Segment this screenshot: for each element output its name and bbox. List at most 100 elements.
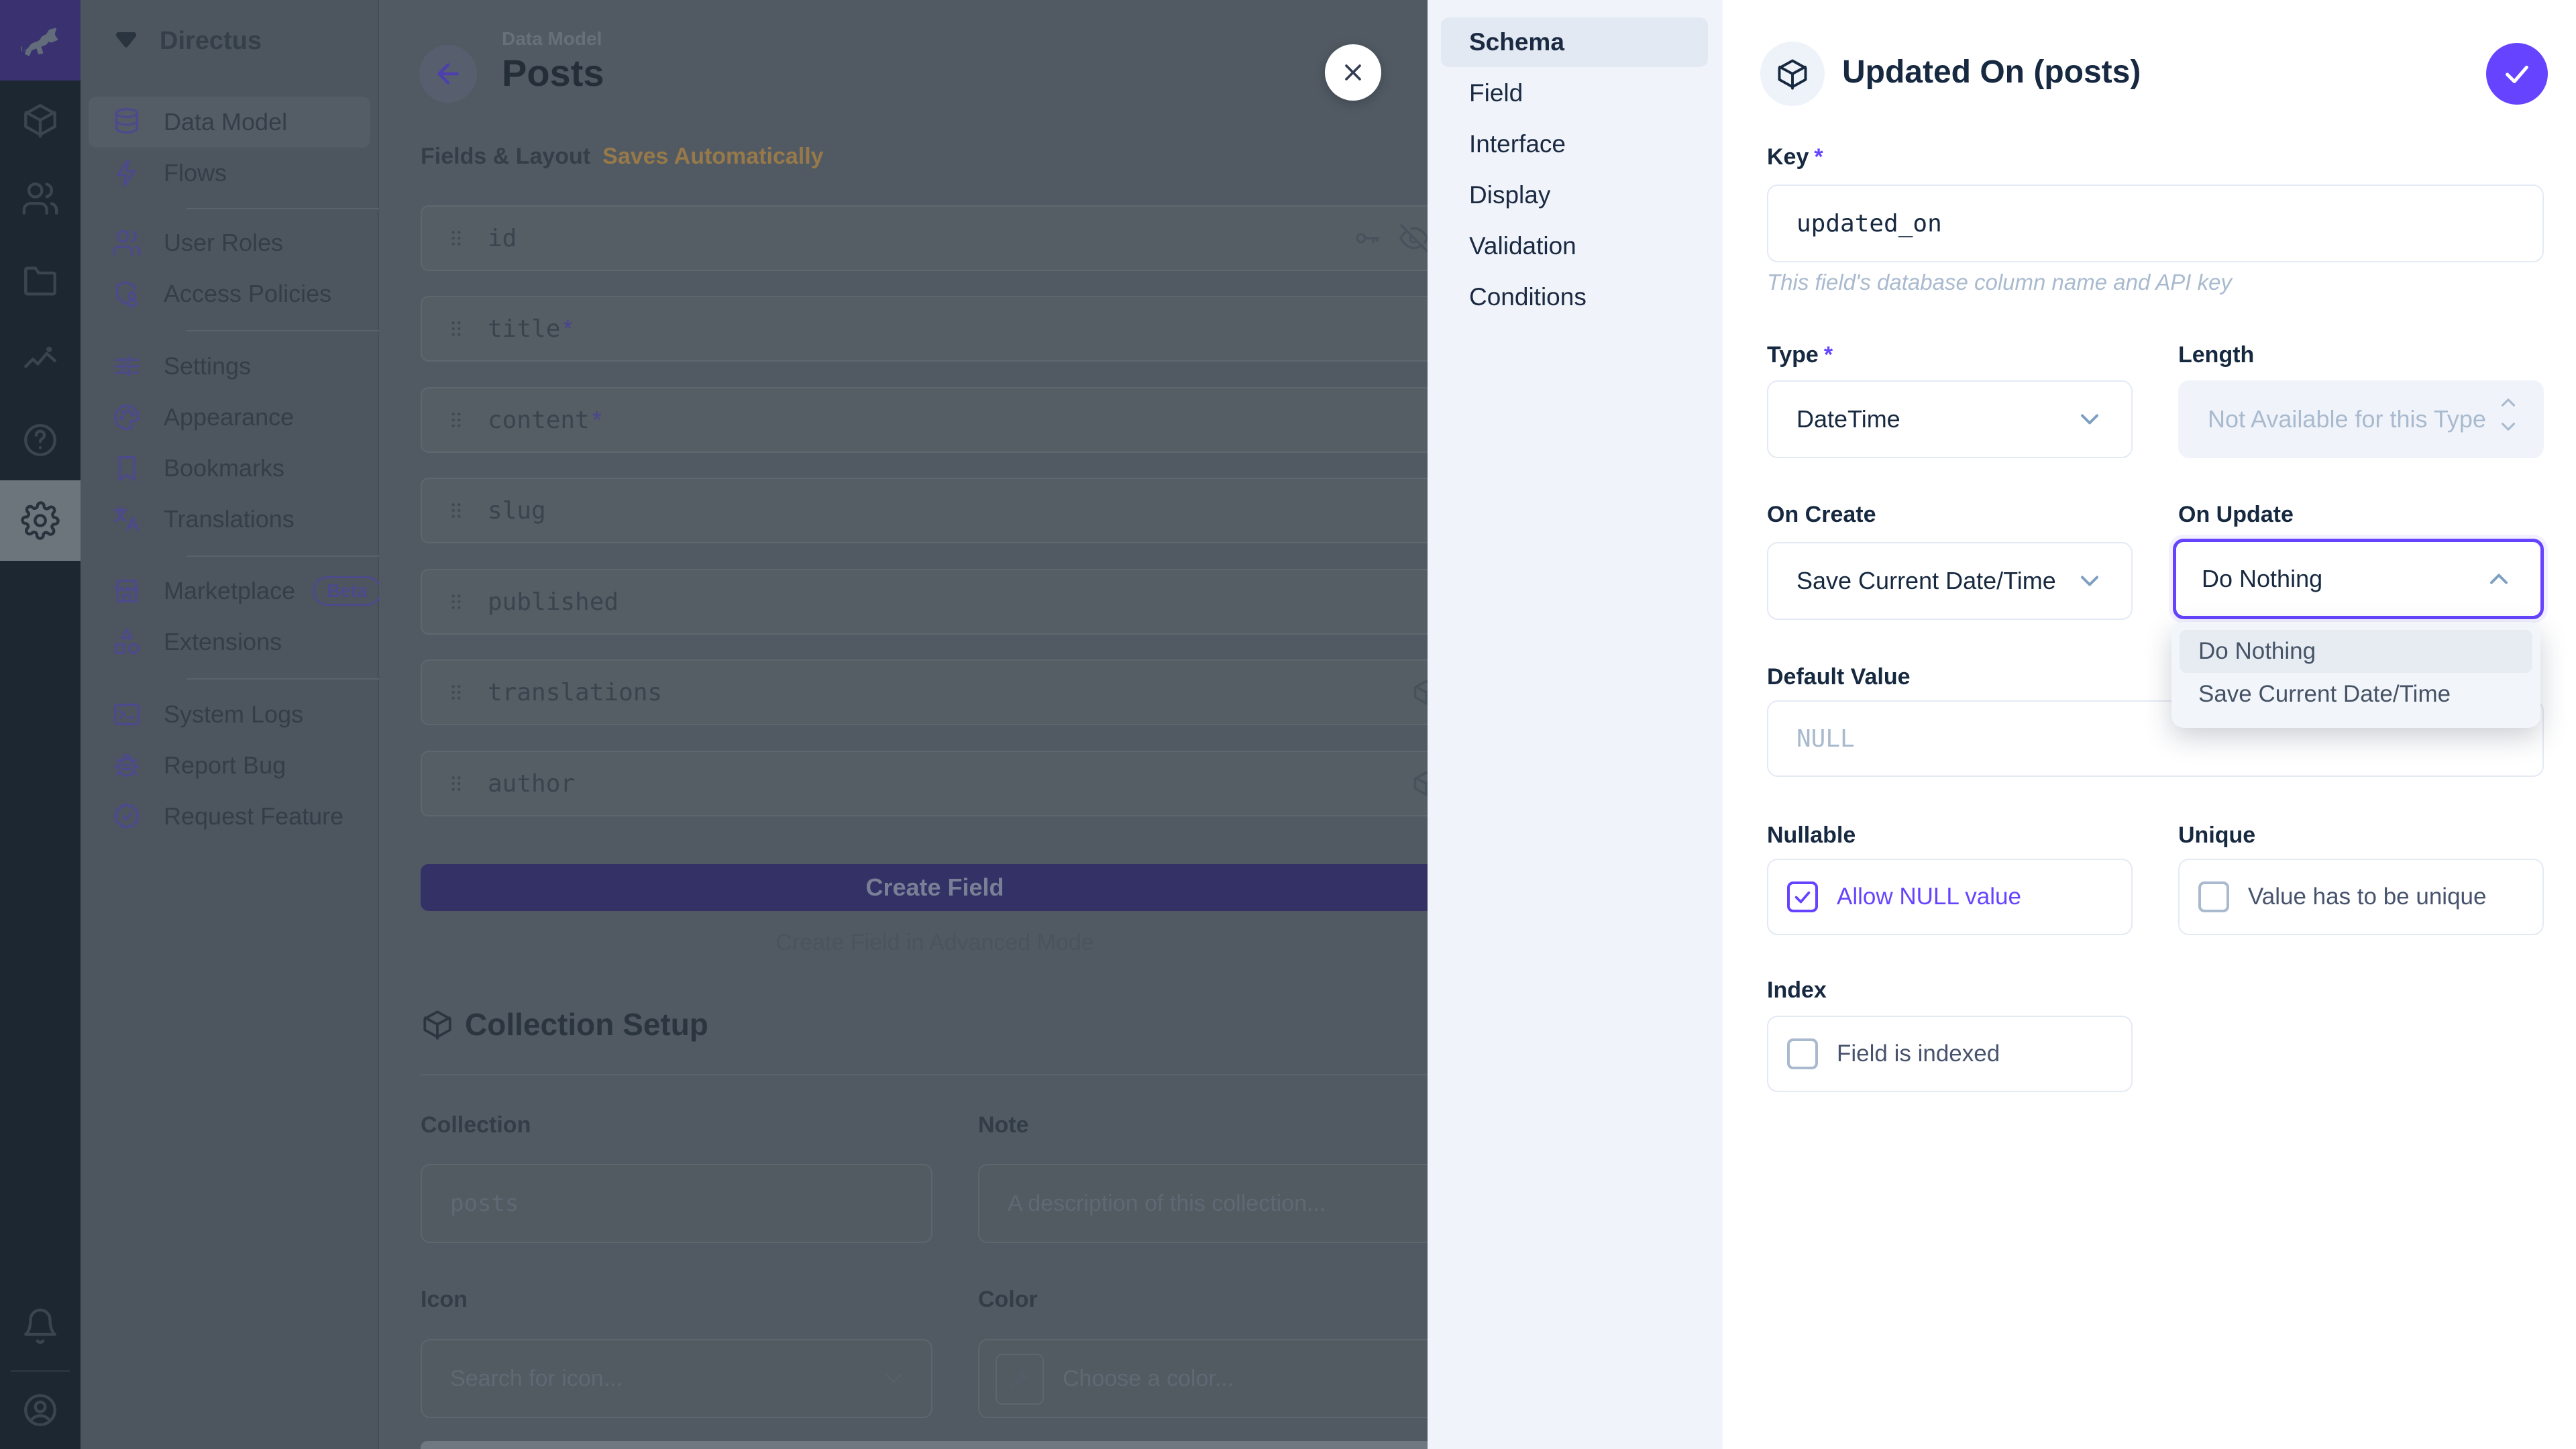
menu-option-save-current-datetime[interactable]: Save Current Date/Time	[2180, 673, 2532, 716]
project-switcher[interactable]: Directus	[80, 12, 379, 70]
type-label: Type*	[1767, 342, 1833, 368]
create-field-advanced-link[interactable]: Create Field in Advanced Mode	[421, 930, 1449, 956]
module-bar	[0, 0, 80, 1449]
directus-logo[interactable]	[0, 0, 80, 80]
sidebar-item-access-policies[interactable]: Access Policies	[89, 268, 370, 319]
sidebar-item-user-roles[interactable]: User Roles	[89, 217, 370, 268]
nullable-field: Allow NULL value	[1767, 859, 2133, 935]
autosave-note: Saves Automatically	[602, 144, 823, 169]
length-label: Length	[2178, 342, 2254, 368]
drag-handle-icon[interactable]	[447, 581, 465, 623]
required-star: *	[592, 406, 602, 434]
notifications-bell-icon[interactable]	[0, 1289, 80, 1364]
tab-interface[interactable]: Interface	[1441, 119, 1708, 169]
save-button[interactable]	[2486, 43, 2548, 105]
color-input[interactable]: Choose a color...	[978, 1339, 1449, 1418]
chevron-down-icon	[880, 1365, 907, 1392]
unique-checkbox[interactable]	[2198, 881, 2229, 912]
data-model-page: Data Model Posts Fields & LayoutSaves Au…	[379, 0, 1449, 1449]
sidebar-item-appearance[interactable]: Appearance	[89, 392, 370, 443]
sidebar-item-request-feature[interactable]: Request Feature	[89, 791, 370, 842]
number-stepper	[2497, 391, 2520, 438]
required-star: *	[563, 315, 572, 343]
sidebar-item-settings[interactable]: Settings	[89, 341, 370, 392]
field-row-title[interactable]: title*	[421, 296, 1449, 362]
database-icon	[111, 107, 142, 138]
tab-conditions[interactable]: Conditions	[1441, 272, 1708, 322]
badge-check-icon	[111, 801, 142, 832]
check-icon	[2502, 58, 2532, 89]
sidebar-item-bookmarks[interactable]: Bookmarks	[89, 443, 370, 494]
collection-label: Collection	[421, 1112, 531, 1138]
chevron-down-icon	[2497, 415, 2520, 438]
drawer-title: Updated On (posts)	[1842, 54, 2141, 91]
sidebar-item-data-model[interactable]: Data Model	[89, 97, 370, 148]
sidebar-item-extensions[interactable]: Extensions	[89, 616, 370, 667]
chevron-down-icon	[2075, 566, 2104, 596]
create-field-button[interactable]: Create Field	[421, 864, 1449, 911]
chevron-down-icon	[2075, 405, 2104, 434]
module-users-icon[interactable]	[0, 161, 80, 236]
sidebar-item-flows[interactable]: Flows	[89, 148, 370, 199]
bookmark-icon	[111, 453, 142, 484]
drag-handle-icon[interactable]	[447, 490, 465, 531]
account-avatar-icon[interactable]	[0, 1373, 80, 1448]
sidebar-item-translations[interactable]: Translations	[89, 494, 370, 545]
eyedropper-button[interactable]	[996, 1354, 1044, 1405]
drag-handle-icon[interactable]	[447, 399, 465, 441]
breadcrumb: Data Model	[502, 28, 602, 50]
drag-handle-icon[interactable]	[447, 763, 465, 804]
palette-icon	[111, 402, 142, 433]
icon-search-input[interactable]: Search for icon...	[421, 1339, 932, 1418]
module-content-icon[interactable]	[0, 83, 80, 158]
tune-icon	[111, 351, 142, 382]
default-value-label: Default Value	[1767, 664, 1911, 690]
project-icon	[109, 23, 144, 58]
key-label: Key*	[1767, 144, 1823, 170]
drag-handle-icon[interactable]	[447, 308, 465, 350]
next-section-edge	[421, 1441, 1449, 1449]
tab-schema[interactable]: Schema	[1441, 17, 1708, 67]
collection-setup-heading: Collection Setup	[421, 1006, 708, 1042]
note-input[interactable]: A description of this collection...	[978, 1164, 1449, 1243]
menu-option-do-nothing[interactable]: Do Nothing	[2180, 630, 2532, 673]
field-row-content[interactable]: content*	[421, 387, 1449, 453]
tab-field[interactable]: Field	[1441, 68, 1708, 118]
module-bar-divider	[11, 1370, 70, 1372]
sidebar-item-report-bug[interactable]: Report Bug	[89, 740, 370, 791]
field-row-author[interactable]: author	[421, 751, 1449, 816]
field-row-slug[interactable]: slug	[421, 478, 1449, 543]
length-input: Not Available for this Type	[2178, 380, 2544, 458]
field-row-id[interactable]: id	[421, 205, 1449, 271]
drag-handle-icon[interactable]	[447, 217, 465, 259]
on-update-select[interactable]: Do Nothing	[2173, 539, 2544, 619]
module-help-icon[interactable]	[0, 402, 80, 478]
module-settings-icon[interactable]	[0, 480, 80, 561]
on-update-label: On Update	[2178, 502, 2294, 528]
arrow-left-icon	[433, 58, 464, 89]
type-select[interactable]: DateTime	[1767, 380, 2133, 458]
icon-label: Icon	[421, 1287, 468, 1313]
drawer-close-button[interactable]	[1325, 44, 1381, 101]
tab-validation[interactable]: Validation	[1441, 221, 1708, 271]
category-icon	[111, 627, 142, 657]
field-detail-nav: Schema Field Interface Display Validatio…	[1428, 0, 1723, 1449]
sidebar-item-system-logs[interactable]: System Logs	[89, 689, 370, 740]
drag-handle-icon[interactable]	[447, 672, 465, 713]
module-files-icon[interactable]	[0, 244, 80, 319]
eye-off-icon	[1399, 223, 1429, 253]
field-row-translations[interactable]: translations	[421, 659, 1449, 725]
check-icon	[1792, 887, 1813, 907]
settings-nav-sidebar: Directus Data Model Flows User Roles Acc…	[80, 0, 379, 1449]
module-insights-icon[interactable]	[0, 324, 80, 399]
on-create-select[interactable]: Save Current Date/Time	[1767, 542, 2133, 620]
field-type-avatar	[1760, 42, 1825, 106]
collection-input[interactable]: posts	[421, 1164, 932, 1243]
sidebar-item-marketplace[interactable]: Marketplace Beta	[89, 566, 370, 616]
index-checkbox[interactable]	[1787, 1038, 1818, 1069]
back-button[interactable]	[419, 45, 477, 103]
field-row-published[interactable]: published	[421, 569, 1449, 635]
key-input[interactable]: updated_on	[1767, 184, 2544, 262]
tab-display[interactable]: Display	[1441, 170, 1708, 220]
allow-null-checkbox[interactable]	[1787, 881, 1818, 912]
